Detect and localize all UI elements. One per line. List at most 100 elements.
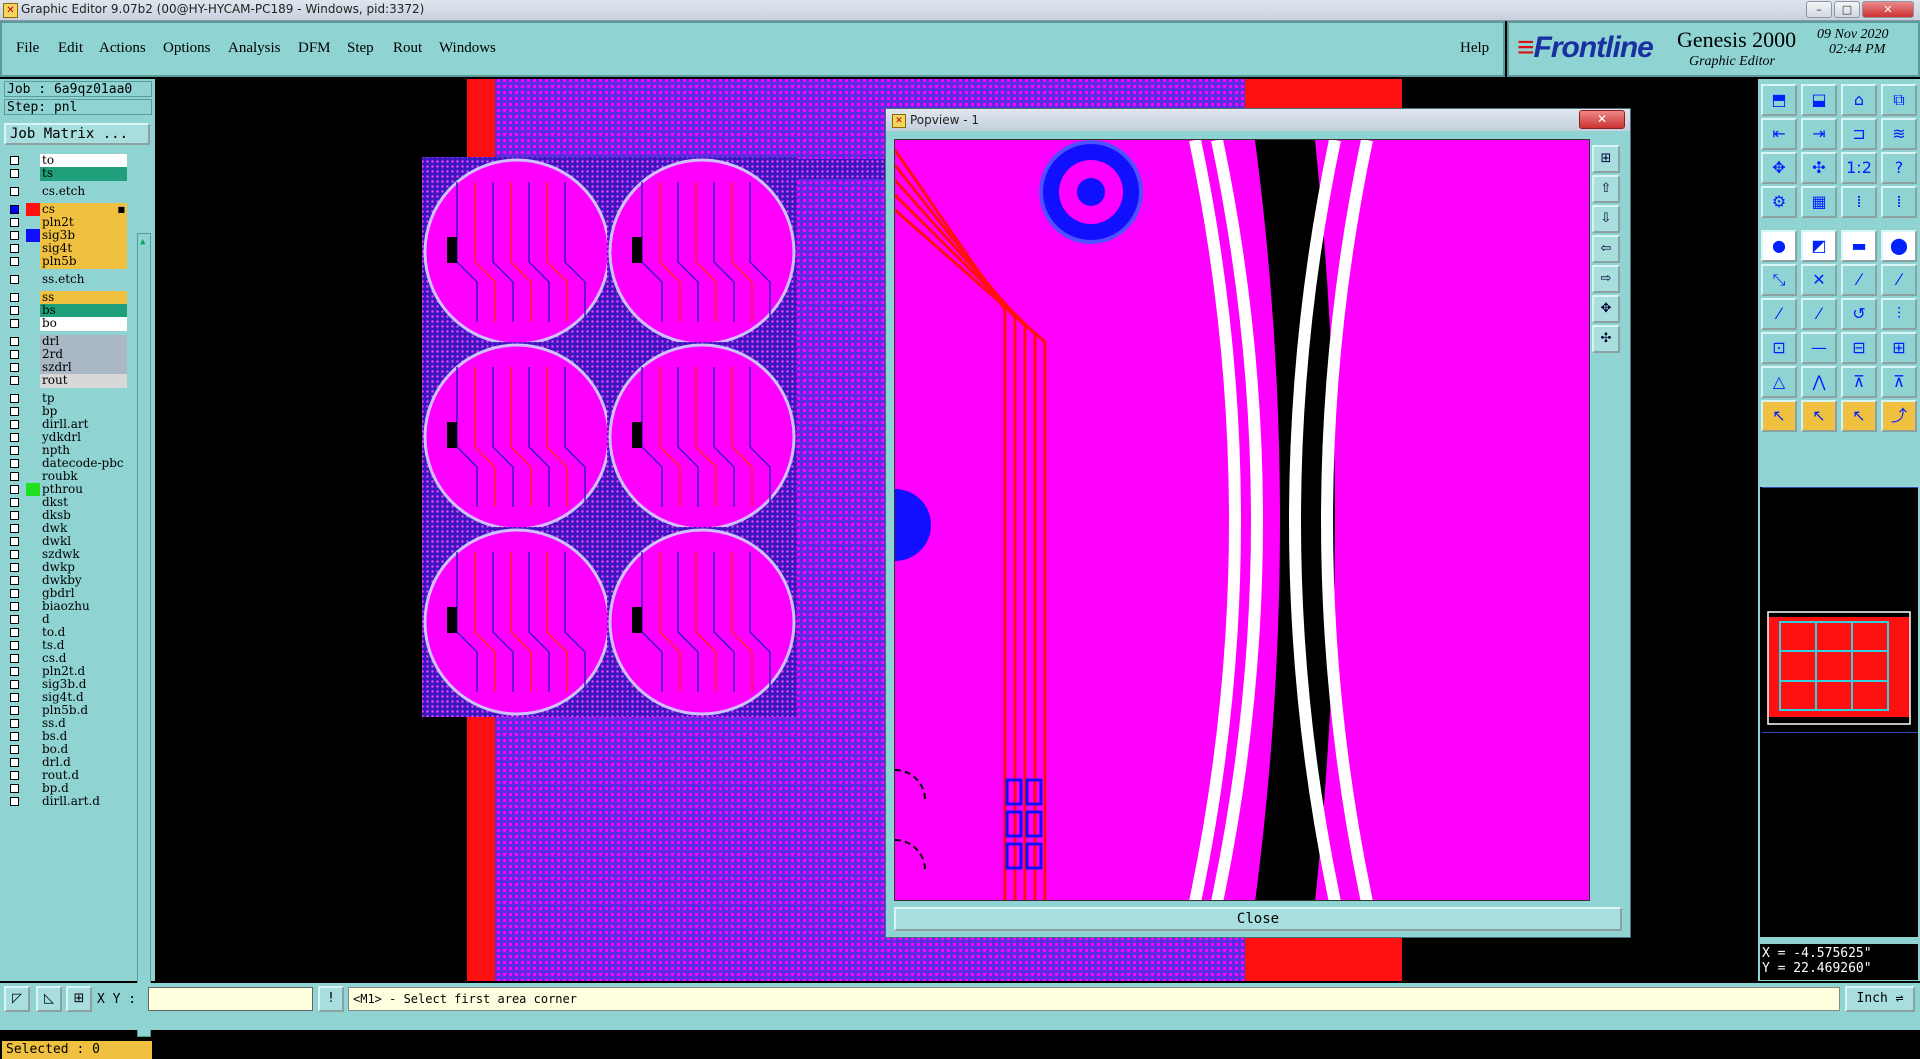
layer-color-swatch[interactable] [26,470,40,484]
layer-row[interactable]: bs.d [4,730,128,744]
layer-row[interactable]: dirll.art [4,418,128,432]
layer-color-swatch[interactable] [26,574,40,588]
layer-color-swatch[interactable] [26,795,40,809]
home-icon[interactable]: ⌂ [1841,84,1877,116]
layer-checkbox[interactable] [10,337,19,346]
layer-color-swatch[interactable] [26,229,40,243]
layer-name[interactable]: ydkdrl [40,431,127,445]
layer-name[interactable]: dirll.art.d [40,795,127,809]
layer-row[interactable]: dirll.art.d [4,795,128,809]
redraw-icon[interactable]: ≋ [1881,118,1917,150]
menu-edit[interactable]: Edit [58,40,83,57]
snap-icon[interactable]: ◸ [4,986,30,1012]
layer-name[interactable]: bp [40,405,127,419]
layer-row[interactable]: cs.etch [4,185,128,199]
layer-color-swatch[interactable] [26,203,40,217]
layer-color-swatch[interactable] [26,457,40,471]
layer-color-swatch[interactable] [26,613,40,627]
layer-checkbox[interactable] [10,293,19,302]
layer-checkbox[interactable] [10,602,19,611]
layer-color-swatch[interactable] [26,291,40,305]
layer-checkbox[interactable] [10,187,19,196]
zoom-box-icon[interactable]: ⊐ [1841,118,1877,150]
layer-row[interactable]: d [4,613,128,627]
layer-color-swatch[interactable] [26,756,40,770]
layer-row[interactable]: rout [4,374,128,388]
layer-row[interactable]: tp [4,392,128,406]
layer-checkbox[interactable] [10,563,19,572]
layer-row[interactable]: ss.etch [4,273,128,287]
layer-checkbox[interactable] [10,550,19,559]
layer-name[interactable]: rout [40,374,127,388]
layer-row[interactable]: bs [4,304,128,318]
layer-name[interactable]: dirll.art [40,418,127,432]
layer-checkbox[interactable] [10,394,19,403]
measure-icon[interactable]: ◺ [36,986,62,1012]
layer-color-swatch[interactable] [26,743,40,757]
menu-windows[interactable]: Windows [439,40,496,57]
rotate-icon[interactable]: ↺ [1841,298,1877,330]
add-line-icon[interactable]: ⁄ [1841,264,1877,296]
layer-row[interactable]: 2rd [4,348,128,362]
layer-color-swatch[interactable] [26,273,40,287]
layer-row[interactable]: cs.d [4,652,128,666]
layer-checkbox[interactable] [10,641,19,650]
layer-name[interactable]: pthrou [40,483,127,497]
layer-list-scrollbar[interactable]: ▲ ▼ [137,233,151,1037]
layer-checkbox[interactable] [10,275,19,284]
layer-color-swatch[interactable] [26,626,40,640]
layer-color-swatch[interactable] [26,587,40,601]
layer-name[interactable]: ts [40,167,127,181]
layer-color-swatch[interactable] [26,548,40,562]
layer-row[interactable]: dwkl [4,535,128,549]
layer-name[interactable]: ss.etch [40,273,127,287]
popview-pan-right-icon[interactable]: ⇨ [1592,265,1620,293]
triangle-d-icon[interactable]: ⊼ [1881,366,1917,398]
layer-row[interactable]: roubk [4,470,128,484]
popview-zoom-home-icon[interactable]: ⊞ [1592,145,1620,173]
layers-icon[interactable]: ⧉ [1881,84,1917,116]
layer-row[interactable]: to.d [4,626,128,640]
layer-checkbox[interactable] [10,446,19,455]
scroll-up-icon[interactable]: ▲ [140,237,145,247]
fit-view-icon[interactable]: ✣ [1801,152,1837,184]
layer-checkbox[interactable] [10,654,19,663]
layer-name[interactable]: to.d [40,626,127,640]
layer-checkbox[interactable] [10,589,19,598]
layer-name[interactable]: rout.d [40,769,127,783]
layer-color-swatch[interactable] [26,255,40,269]
layer-row[interactable]: szdrl [4,361,128,375]
layer-row[interactable]: ss [4,291,128,305]
layer-checkbox[interactable] [10,511,19,520]
layer-name[interactable]: cs ■ [40,203,127,217]
layer-name[interactable]: ts.d [40,639,127,653]
layer-color-swatch[interactable] [26,317,40,331]
popview-center-icon[interactable]: ✣ [1592,325,1620,353]
close-window-button[interactable]: ✕ [1862,1,1914,18]
layer-name[interactable]: bs.d [40,730,127,744]
layer-checkbox[interactable] [10,472,19,481]
layer-row[interactable]: pln2t [4,216,128,230]
layer-name[interactable]: dwkp [40,561,127,575]
components-icon[interactable]: ⊞ [1881,332,1917,364]
layer-color-swatch[interactable] [26,335,40,349]
popview-close-icon[interactable]: ✕ [1579,110,1625,129]
layer-color-swatch[interactable] [26,704,40,718]
layer-row[interactable]: ss.d [4,717,128,731]
info-icon[interactable]: ! [318,986,344,1012]
layer-name[interactable]: bs [40,304,127,318]
align-icon[interactable]: ⫶ [1881,298,1917,330]
layer-checkbox[interactable] [10,407,19,416]
layer-checkbox[interactable] [10,459,19,468]
pan-right-icon[interactable]: ⇥ [1801,118,1837,150]
popview-close-button[interactable]: Close [894,907,1622,931]
layer-color-swatch[interactable] [26,167,40,181]
layer-checkbox[interactable] [10,218,19,227]
compare-icon[interactable]: ⊟ [1841,332,1877,364]
layer-name[interactable]: datecode-pbc [40,457,127,471]
layer-color-swatch[interactable] [26,185,40,199]
layer-color-swatch[interactable] [26,665,40,679]
triangle-a-icon[interactable]: △ [1761,366,1797,398]
layer-name[interactable]: roubk [40,470,127,484]
layer-color-swatch[interactable] [26,431,40,445]
